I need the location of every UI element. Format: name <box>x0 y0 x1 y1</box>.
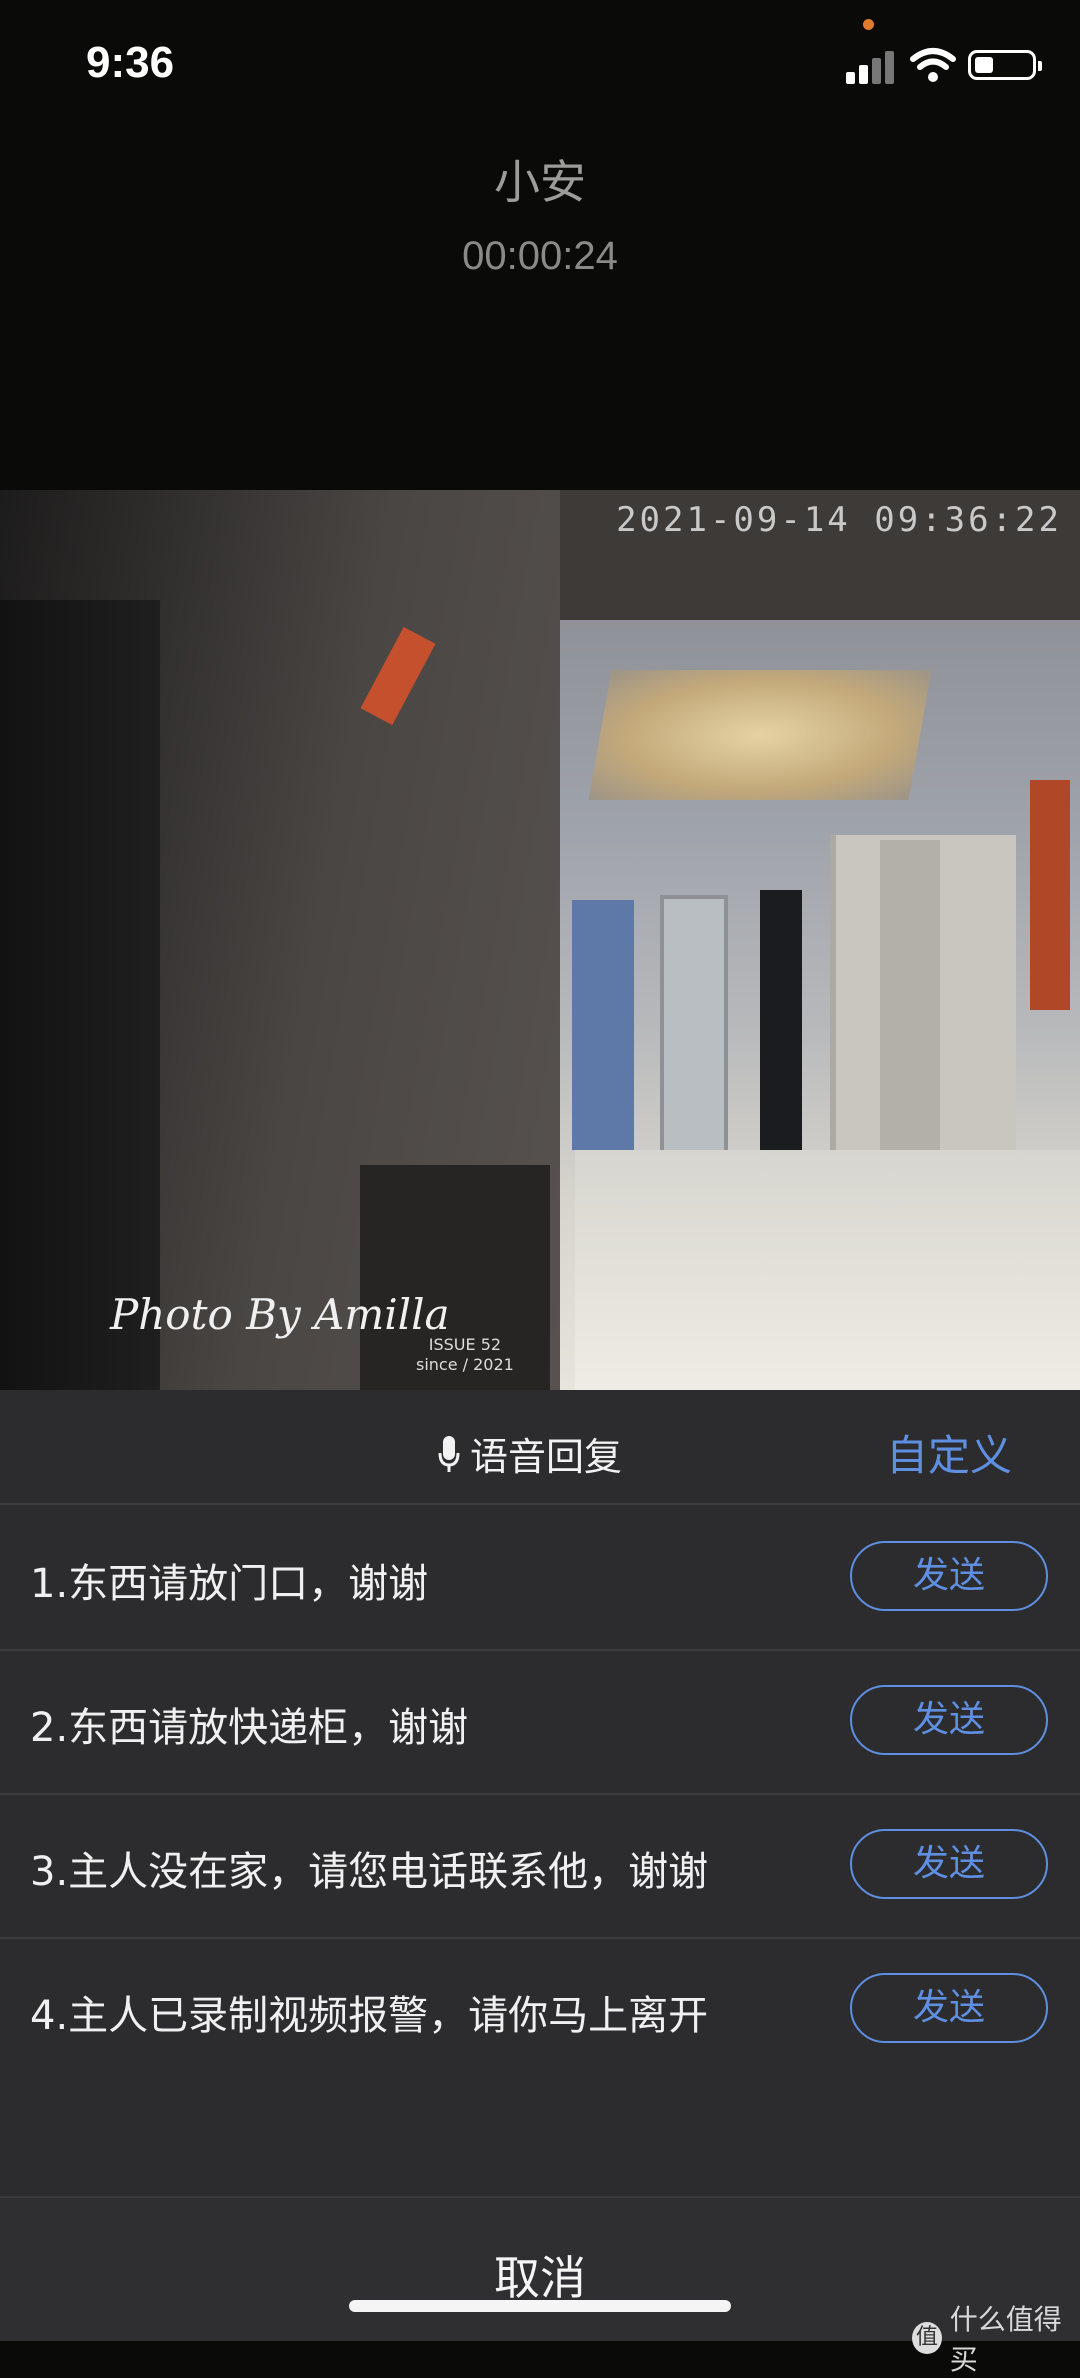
voice-reply-sheet: 语音回复 自定义 1.东西请放门口，谢谢 发送 2.东西请放快递柜，谢谢 发送 … <box>0 1390 1080 2341</box>
camera-video-feed: 2021-09-14 09:36:22 Photo By Amilla ISSU… <box>0 490 1080 1390</box>
microphone-icon <box>438 1435 460 1472</box>
reply-text: 4.主人已录制视频报警，请你马上离开 <box>30 1993 709 2039</box>
reply-row: 1.东西请放门口，谢谢 发送 <box>0 1505 1080 1651</box>
battery-icon <box>968 50 1042 80</box>
custom-button[interactable]: 自定义 <box>886 1422 1012 1483</box>
video-timestamp: 2021-09-14 09:36:22 <box>616 500 1062 540</box>
reply-row: 3.主人没在家，请您电话联系他，谢谢 发送 <box>0 1793 1080 1939</box>
signal-icon <box>846 48 896 84</box>
scene-blue-door <box>572 900 634 1150</box>
voice-reply-label: 语音回复 <box>470 1435 623 1479</box>
issue-watermark: ISSUE 52 since / 2021 <box>416 1335 514 1375</box>
scene-red-couplet <box>1030 780 1070 1010</box>
privacy-indicator-dot <box>863 19 874 30</box>
reply-row: 2.东西请放快递柜，谢谢 发送 <box>0 1649 1080 1795</box>
site-badge: 值 <box>912 2322 942 2354</box>
issue-line: since / 2021 <box>416 1355 514 1374</box>
wifi-icon <box>910 48 956 82</box>
status-time: 9:36 <box>86 38 175 87</box>
scene-door-left <box>0 600 160 1390</box>
site-name: 什么值得买 <box>949 2303 1062 2376</box>
photo-watermark: Photo By Amilla <box>110 1290 450 1339</box>
status-bar: 9:36 <box>0 0 1080 130</box>
issue-line: ISSUE 52 <box>428 1335 502 1354</box>
reply-text: 1.东西请放门口，谢谢 <box>30 1561 429 1607</box>
scene-floor <box>575 1150 1080 1390</box>
reply-row: 4.主人已录制视频报警，请你马上离开 发送 <box>0 1937 1080 2081</box>
call-duration: 00:00:24 <box>462 234 618 278</box>
site-watermark: 值 什么值得买 <box>912 2298 1080 2378</box>
home-indicator[interactable] <box>349 2300 731 2312</box>
send-button[interactable]: 发送 <box>850 1541 1048 1611</box>
voice-reply-title: 语音回复 <box>438 1426 622 1481</box>
scene-black-door <box>760 890 802 1160</box>
scene-glass-door <box>660 895 728 1157</box>
caller-name: 小安 <box>494 155 586 209</box>
send-button[interactable]: 发送 <box>850 1685 1048 1755</box>
send-button[interactable]: 发送 <box>850 1829 1048 1899</box>
reply-text: 3.主人没在家，请您电话联系他，谢谢 <box>30 1849 709 1895</box>
reply-text: 2.东西请放快递柜，谢谢 <box>30 1705 469 1751</box>
send-button[interactable]: 发送 <box>850 1973 1048 2043</box>
sheet-header: 语音回复 自定义 <box>0 1390 1080 1505</box>
scene-ceiling-light <box>588 670 932 800</box>
